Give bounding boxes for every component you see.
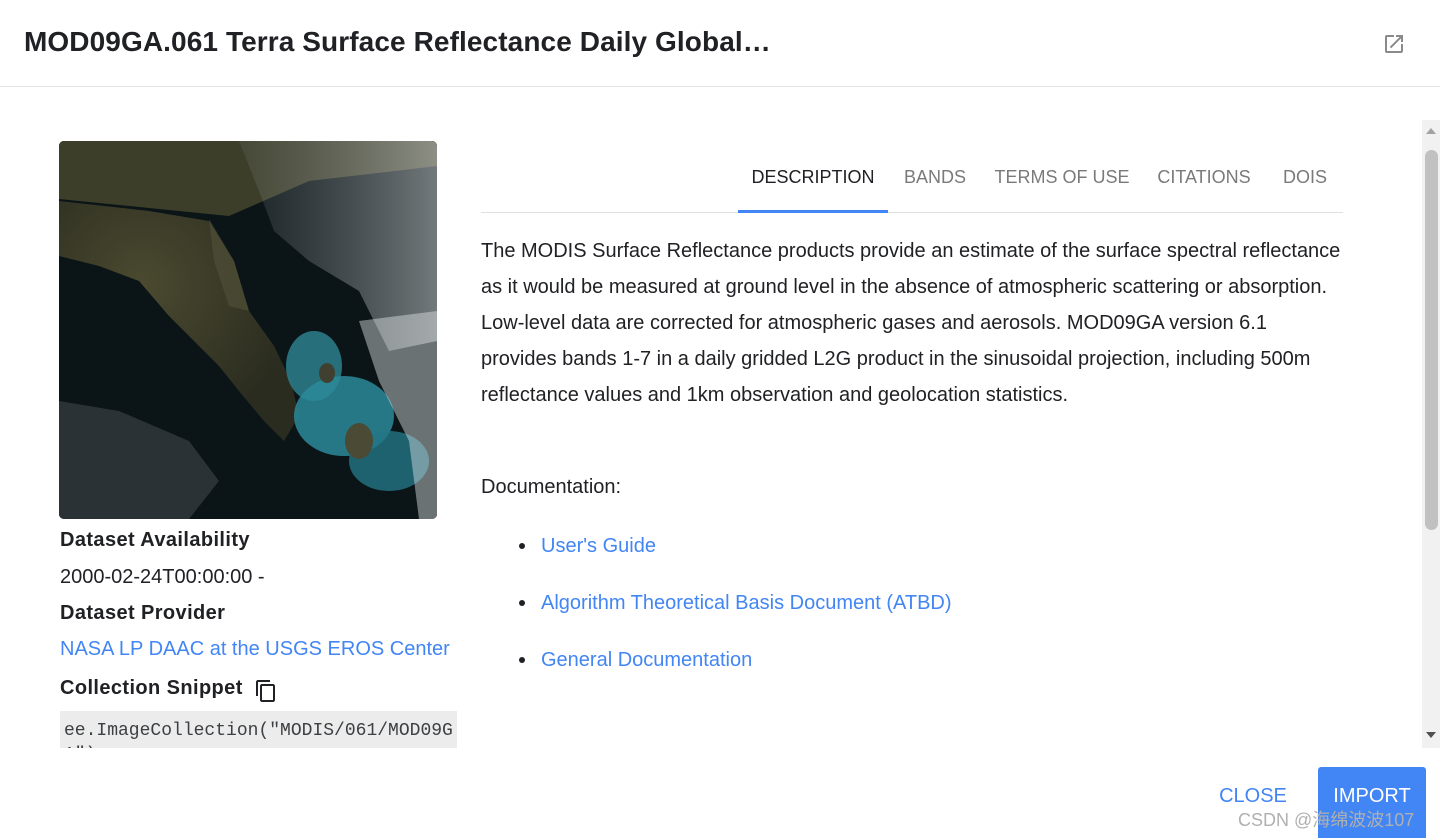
dialog-header: MOD09GA.061 Terra Surface Reflectance Da… xyxy=(0,0,1440,87)
tab-dois[interactable]: DOIS xyxy=(1266,148,1344,212)
tab-terms-of-use[interactable]: TERMS OF USE xyxy=(982,148,1142,212)
dialog-footer: CLOSE IMPORT CSDN @海绵波波107 xyxy=(0,748,1440,838)
scroll-down-arrow-icon[interactable] xyxy=(1426,732,1436,738)
general-documentation-link[interactable]: General Documentation xyxy=(541,644,752,676)
users-guide-link[interactable]: User's Guide xyxy=(541,530,656,562)
atbd-link[interactable]: Algorithm Theoretical Basis Document (AT… xyxy=(541,587,952,619)
tab-bands[interactable]: BANDS xyxy=(888,148,982,212)
availability-heading: Dataset Availability xyxy=(60,529,250,551)
copy-icon[interactable] xyxy=(254,679,278,703)
provider-heading: Dataset Provider xyxy=(60,602,226,624)
availability-value: 2000-02-24T00:00:00 - xyxy=(60,566,265,588)
tab-citations[interactable]: CITATIONS xyxy=(1142,148,1266,212)
dialog-title: MOD09GA.061 Terra Surface Reflectance Da… xyxy=(24,26,771,57)
scrollbar-thumb[interactable] xyxy=(1425,150,1438,530)
scroll-up-arrow-icon[interactable] xyxy=(1426,128,1436,134)
open-in-new-icon[interactable] xyxy=(1382,32,1406,56)
provider-link[interactable]: NASA LP DAAC at the USGS EROS Center xyxy=(60,638,450,661)
documentation-label: Documentation: xyxy=(481,476,622,498)
snippet-heading: Collection Snippet xyxy=(60,677,243,699)
import-button[interactable]: IMPORT xyxy=(1318,767,1426,838)
description-text: The MODIS Surface Reflectance products p… xyxy=(481,240,1341,406)
dialog-content: Dataset Availability 2000-02-24T00:00:00… xyxy=(0,88,1422,748)
collection-snippet-code[interactable]: ee.ImageCollection("MODIS/061/MOD09GA") xyxy=(60,711,457,748)
tab-bar: DESCRIPTION BANDS TERMS OF USE CITATIONS… xyxy=(481,148,1343,213)
tab-description[interactable]: DESCRIPTION xyxy=(738,148,888,213)
close-button[interactable]: CLOSE xyxy=(1205,776,1301,816)
content-scrollbar[interactable] xyxy=(1422,120,1440,748)
dataset-thumbnail xyxy=(59,141,437,519)
